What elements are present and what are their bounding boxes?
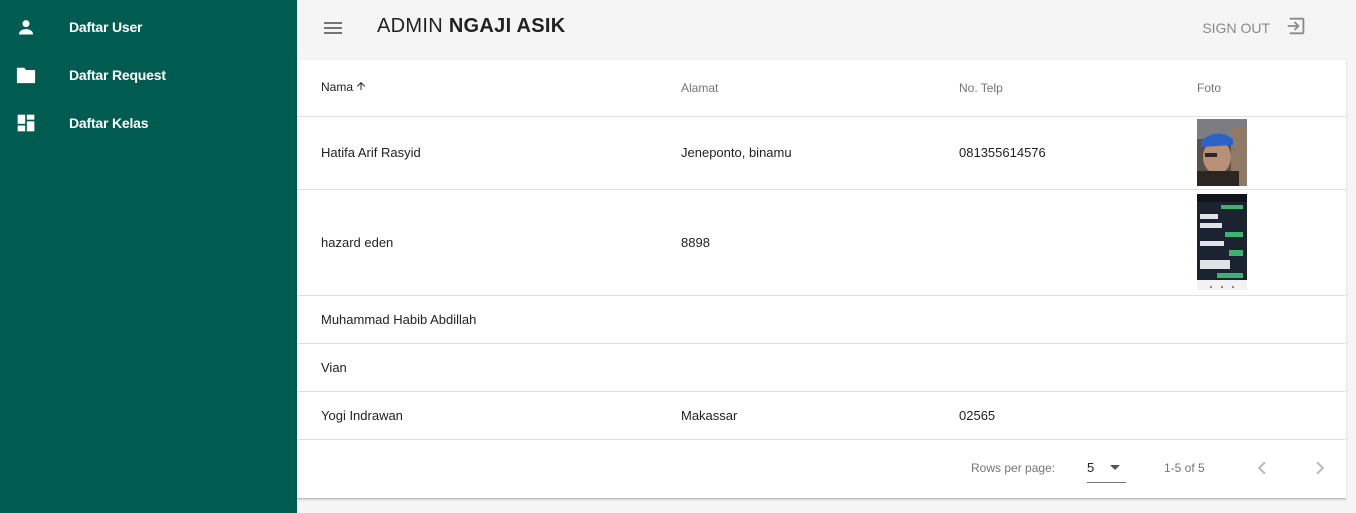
- sidebar-item-label: Daftar User: [69, 19, 143, 35]
- person-icon: [15, 16, 37, 38]
- cell-foto: [1197, 116, 1346, 190]
- pagination-range: 1-5 of 5: [1164, 461, 1205, 475]
- cell-telp: 081355614576: [959, 116, 1197, 190]
- cell-alamat: [681, 343, 959, 392]
- previous-page-button[interactable]: [1249, 455, 1275, 481]
- cell-alamat: 8898: [681, 189, 959, 296]
- column-header-nama[interactable]: Nama: [297, 60, 681, 117]
- sidebar-item-label: Daftar Kelas: [69, 115, 149, 131]
- chevron-left-icon: [1257, 461, 1266, 475]
- sidebar-item-daftar-request[interactable]: Daftar Request: [0, 51, 297, 99]
- table-row[interactable]: Muhammad Habib Abdillah: [297, 295, 1346, 344]
- rows-per-page-value: 5: [1087, 460, 1095, 475]
- sign-out-label: SIGN OUT: [1202, 20, 1270, 36]
- table-row[interactable]: Yogi Indrawan Makassar 02565: [297, 391, 1346, 440]
- cell-foto: [1197, 189, 1346, 296]
- cell-nama: hazard eden: [297, 189, 681, 296]
- sidebar: Daftar User Daftar Request Daftar Kelas: [0, 0, 297, 513]
- exit-icon: [1286, 15, 1308, 42]
- cell-nama: Vian: [297, 343, 681, 392]
- table-row[interactable]: hazard eden 8898: [297, 189, 1346, 296]
- arrow-up-icon: [355, 80, 367, 95]
- cell-telp: 02565: [959, 391, 1197, 440]
- user-photo: [1197, 119, 1247, 186]
- cell-alamat: Makassar: [681, 391, 959, 440]
- cell-foto: [1197, 295, 1346, 344]
- page-title: ADMIN NGAJI ASIK: [377, 15, 566, 38]
- table-pagination: Rows per page: 5 1-5 of 5: [297, 439, 1346, 498]
- next-page-button[interactable]: [1307, 455, 1333, 481]
- user-table: Nama Alamat No. Telp Foto Hatifa Arif Ra…: [297, 60, 1346, 440]
- cell-alamat: Jeneponto, binamu: [681, 116, 959, 190]
- user-table-card: Nama Alamat No. Telp Foto Hatifa Arif Ra…: [297, 60, 1346, 499]
- cell-nama: Muhammad Habib Abdillah: [297, 295, 681, 344]
- cell-nama: Yogi Indrawan: [297, 391, 681, 440]
- folder-icon: [15, 64, 37, 86]
- column-header-foto[interactable]: Foto: [1197, 60, 1346, 117]
- chat-screenshot-photo: [1197, 194, 1247, 290]
- caret-down-icon: [1110, 465, 1120, 470]
- cell-nama: Hatifa Arif Rasyid: [297, 116, 681, 190]
- sidebar-item-daftar-user[interactable]: Daftar User: [0, 3, 297, 51]
- sidebar-item-label: Daftar Request: [69, 67, 166, 83]
- rows-per-page-label: Rows per page:: [971, 461, 1056, 475]
- column-header-no-telp[interactable]: No. Telp: [959, 60, 1197, 117]
- title-prefix: ADMIN: [377, 15, 443, 37]
- top-app-bar: ADMIN NGAJI ASIK SIGN OUT: [297, 0, 1346, 58]
- dashboard-icon: [15, 112, 37, 134]
- menu-icon[interactable]: [321, 16, 345, 40]
- table-row[interactable]: Hatifa Arif Rasyid Jeneponto, binamu 081…: [297, 116, 1346, 190]
- table-row[interactable]: Vian: [297, 343, 1346, 392]
- cell-alamat: [681, 295, 959, 344]
- cell-telp: [959, 189, 1197, 296]
- sign-out-button[interactable]: SIGN OUT: [1202, 16, 1308, 40]
- sidebar-item-daftar-kelas[interactable]: Daftar Kelas: [0, 99, 297, 147]
- cell-foto: [1197, 343, 1346, 392]
- table-header-row: Nama Alamat No. Telp Foto: [297, 60, 1346, 117]
- cell-telp: [959, 343, 1197, 392]
- column-header-alamat[interactable]: Alamat: [681, 60, 959, 117]
- title-brand: NGAJI ASIK: [448, 15, 566, 37]
- chevron-right-icon: [1316, 461, 1325, 475]
- cell-foto: [1197, 391, 1346, 440]
- cell-telp: [959, 295, 1197, 344]
- rows-per-page-select[interactable]: 5: [1087, 457, 1126, 483]
- main-area: ADMIN NGAJI ASIK SIGN OUT Nama Alamat No…: [297, 0, 1346, 513]
